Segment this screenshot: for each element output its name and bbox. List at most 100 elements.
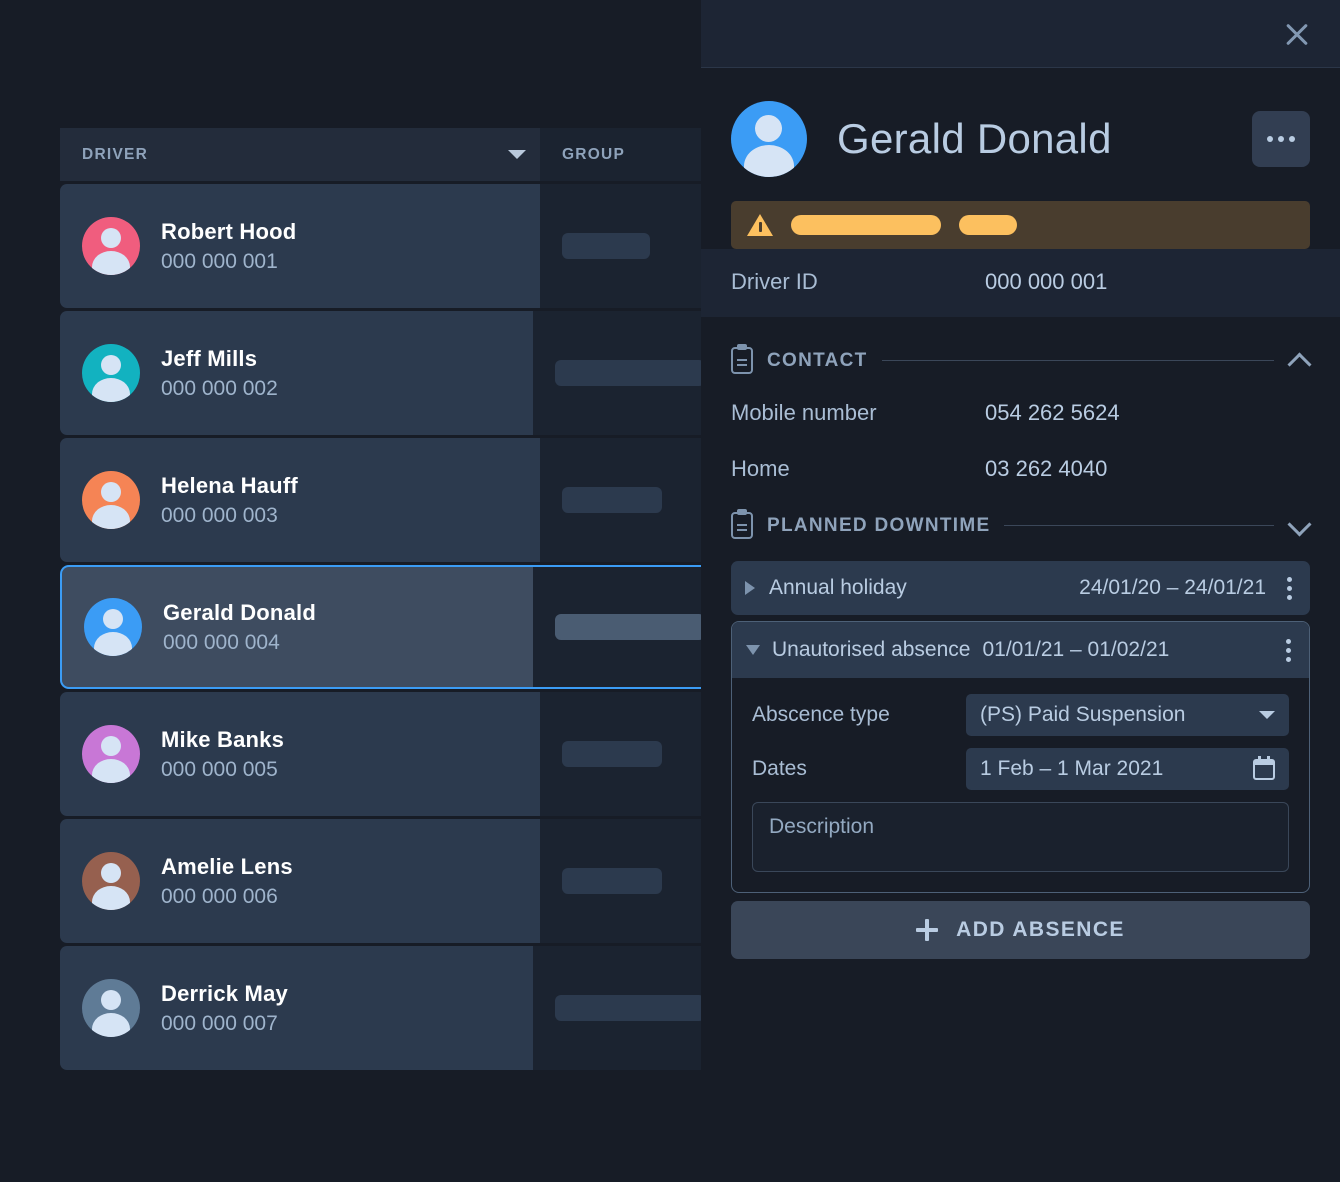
contact-home-value: 03 262 4040 (985, 456, 1108, 481)
cell-group[interactable] (540, 184, 705, 308)
cell-group[interactable] (533, 946, 705, 1070)
kebab-dot-1 (1286, 576, 1292, 582)
cell-driver[interactable]: Jeff Mills 000 000 002 (60, 311, 533, 435)
absence-dates-label: Dates (752, 757, 807, 780)
table-row[interactable]: Amelie Lens 000 000 006 (60, 819, 705, 943)
kebab-dot-2 (1285, 647, 1291, 653)
column-header-driver-label: DRIVER (82, 145, 149, 163)
collapse-triangle-icon[interactable] (746, 645, 760, 655)
cell-group[interactable] (540, 819, 705, 943)
avatar-body (744, 145, 794, 177)
cell-group[interactable] (540, 692, 705, 816)
contact-field-mobile: Mobile number 054 262 5624 (731, 400, 1310, 426)
avatar-body (92, 505, 130, 529)
contact-field-home: Home 03 262 4040 (731, 456, 1310, 482)
chevron-up-icon[interactable] (1288, 355, 1310, 367)
kebab-menu-icon[interactable] (1278, 576, 1300, 600)
absence-dates: 24/01/20 – 24/01/21 (1079, 576, 1266, 599)
driver-id: 000 000 005 (161, 758, 278, 782)
kebab-menu-icon[interactable] (1277, 638, 1299, 662)
cell-driver[interactable]: Robert Hood 000 000 001 (60, 184, 540, 308)
avatar-body (92, 1013, 130, 1037)
absence-dates-row: Dates 1 Feb – 1 Mar 2021 (752, 748, 1289, 790)
page-title: Gerald Donald (837, 115, 1112, 162)
absence-row-expanded[interactable]: Unautorised absence 01/01/21 – 01/02/21 (732, 622, 1309, 678)
add-absence-button[interactable]: ADD ABSENCE (731, 901, 1310, 959)
absence-dates-value: 1 Feb – 1 Mar 2021 (980, 757, 1164, 780)
driver-identity: Robert Hood 000 000 001 (161, 218, 296, 275)
avatar-head (101, 863, 121, 883)
cell-driver[interactable]: Gerald Donald 000 000 004 (60, 565, 533, 689)
driver-name: Jeff Mills (161, 345, 258, 371)
avatar-body (92, 378, 130, 402)
driver-identity: Mike Banks 000 000 005 (161, 726, 284, 783)
table-row[interactable]: Mike Banks 000 000 005 (60, 692, 705, 816)
absence-dates-picker[interactable]: 1 Feb – 1 Mar 2021 (966, 748, 1289, 790)
absence-type-row: Abscence type (PS) Paid Suspension (752, 694, 1289, 736)
cell-driver[interactable]: Derrick May 000 000 007 (60, 946, 533, 1070)
panel-topbar (701, 0, 1340, 68)
sort-descending-icon[interactable] (508, 150, 526, 159)
contact-fields: Mobile number 054 262 5624 Home 03 262 4… (731, 400, 1310, 482)
column-header-group-label: GROUP (562, 145, 626, 163)
driver-name: Robert Hood (161, 218, 297, 244)
cell-group[interactable] (540, 438, 705, 562)
cell-driver[interactable]: Amelie Lens 000 000 006 (60, 819, 540, 943)
clipboard-icon (731, 344, 753, 374)
absence-row-collapsed[interactable]: Annual holiday 24/01/20 – 24/01/21 (731, 561, 1310, 615)
avatar-head (101, 482, 121, 502)
column-header-driver[interactable]: DRIVER (60, 128, 540, 181)
warning-banner (731, 201, 1310, 249)
absence-card-expanded: Unautorised absence 01/01/21 – 01/02/21 … (731, 621, 1310, 893)
table-row[interactable]: Derrick May 000 000 007 (60, 946, 705, 1070)
panel-body: Gerald Donald Driver ID 000 000 001 CONT… (701, 68, 1340, 959)
column-header-group[interactable]: GROUP (540, 128, 705, 181)
driver-identity: Helena Hauff 000 000 003 (161, 472, 298, 529)
table-row[interactable]: Helena Hauff 000 000 003 (60, 438, 705, 562)
kebab-dot-3 (1286, 594, 1292, 600)
absence-type-select[interactable]: (PS) Paid Suspension (966, 694, 1289, 736)
driver-name: Amelie Lens (161, 853, 293, 879)
avatar-head (103, 609, 123, 629)
absence-label: Unautorised absence (772, 638, 971, 661)
contact-mobile-label: Mobile number (731, 400, 877, 425)
kebab-dot-2 (1286, 585, 1292, 591)
driver-id-band: Driver ID 000 000 001 (701, 249, 1340, 317)
table-row[interactable]: Robert Hood 000 000 001 (60, 184, 705, 308)
driver-identity: Gerald Donald 000 000 004 (163, 599, 316, 656)
avatar (82, 344, 140, 402)
table-row[interactable]: Jeff Mills 000 000 002 (60, 311, 705, 435)
cell-group[interactable] (533, 311, 705, 435)
cell-driver[interactable]: Helena Hauff 000 000 003 (60, 438, 540, 562)
absence-description-input[interactable]: Description (752, 802, 1289, 872)
section-header-planned-downtime[interactable]: PLANNED DOWNTIME (731, 509, 1310, 539)
avatar (731, 101, 807, 177)
avatar (82, 217, 140, 275)
table-row[interactable]: Gerald Donald 000 000 004 (60, 565, 705, 689)
avatar (84, 598, 142, 656)
group-placeholder-bar (562, 868, 662, 894)
group-placeholder-bar (562, 741, 662, 767)
cell-group[interactable] (533, 565, 705, 689)
avatar (82, 725, 140, 783)
warning-triangle-icon (747, 214, 773, 236)
absence-dates: 01/01/21 – 01/02/21 (982, 638, 1170, 661)
more-options-button[interactable] (1252, 111, 1310, 167)
avatar-head (755, 115, 782, 142)
absence-label: Annual holiday (769, 576, 907, 599)
warning-placeholder-bar-1 (791, 215, 941, 235)
close-icon[interactable] (1280, 17, 1314, 51)
cell-driver[interactable]: Mike Banks 000 000 005 (60, 692, 540, 816)
expand-triangle-icon[interactable] (745, 581, 755, 595)
clipboard-icon (731, 509, 753, 539)
section-divider (1004, 525, 1274, 526)
section-header-contact[interactable]: CONTACT (731, 344, 1310, 374)
group-placeholder-bar (562, 487, 662, 513)
chevron-down-icon[interactable] (1288, 520, 1310, 532)
kebab-dot-1 (1285, 638, 1291, 644)
absence-form: Abscence type (PS) Paid Suspension Dates… (732, 678, 1309, 892)
app-root: DRIVER GROUP Robert Hood 000 000 001 Jeff … (0, 0, 1340, 1182)
more-dot-1 (1267, 136, 1273, 142)
driver-id-value: 000 000 001 (985, 269, 1108, 294)
avatar-head (101, 990, 121, 1010)
